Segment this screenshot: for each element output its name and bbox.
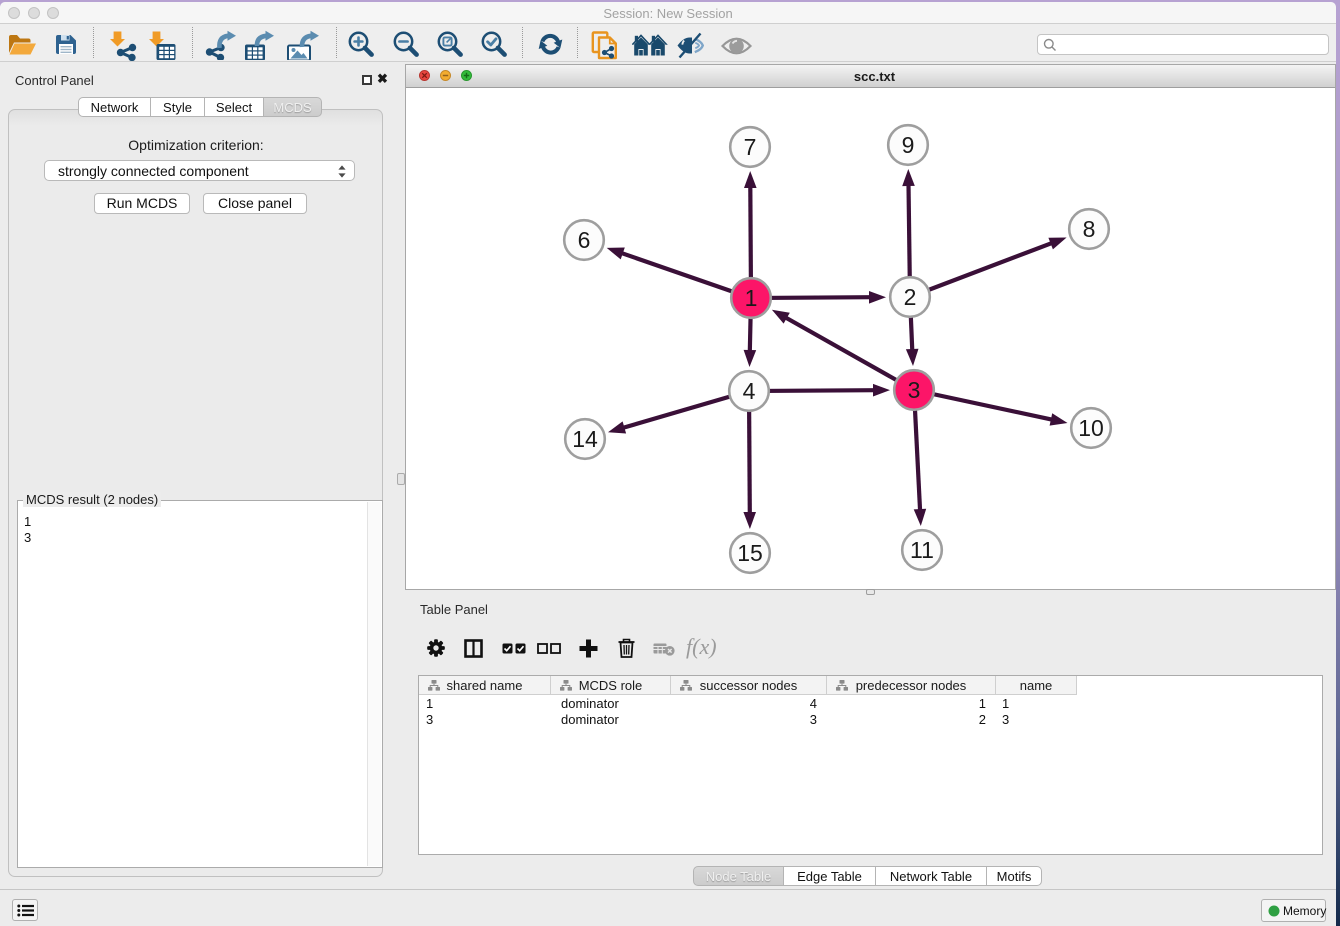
svg-text:10: 10 [1078, 415, 1104, 441]
svg-text:1: 1 [745, 285, 758, 311]
svg-text:2: 2 [904, 284, 917, 310]
svg-text:3: 3 [908, 377, 921, 403]
svg-text:14: 14 [572, 426, 598, 452]
svg-text:8: 8 [1083, 216, 1096, 242]
svg-text:7: 7 [744, 134, 757, 160]
svg-text:11: 11 [910, 537, 934, 563]
svg-text:15: 15 [737, 540, 763, 566]
svg-text:9: 9 [902, 132, 915, 158]
svg-text:4: 4 [743, 378, 756, 404]
svg-text:6: 6 [578, 227, 591, 253]
